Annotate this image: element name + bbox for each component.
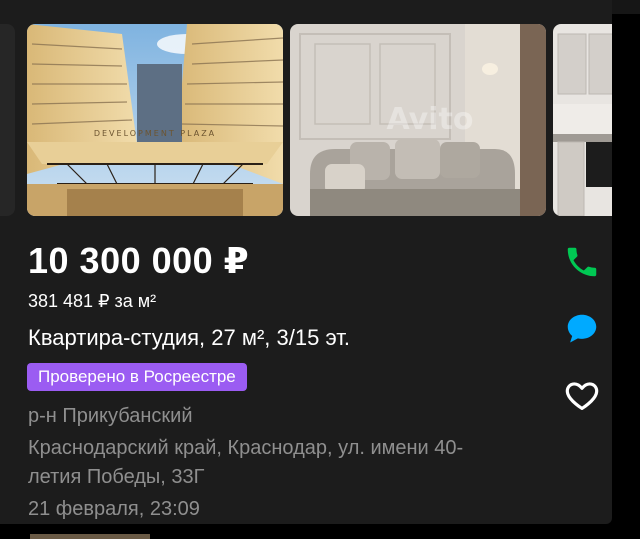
chat-icon [567, 314, 597, 343]
next-card-photo-edge [30, 534, 150, 539]
price-per-meter: 381 481 ₽ за м² [28, 291, 157, 311]
gallery-photo-previous[interactable] [0, 24, 15, 216]
listing-title[interactable]: Квартира-студия, 27 м², 3/15 эт. [28, 325, 350, 351]
listing-card[interactable]: DEVELOPMENT PLAZA Avito 10 300 000 ₽ 381… [0, 0, 612, 524]
call-button[interactable] [560, 240, 604, 284]
listing-district: р-н Прикубанский [28, 405, 193, 427]
verified-badge: Проверено в Росреестре [27, 363, 247, 391]
listing-price[interactable]: 10 300 000 ₽ [28, 240, 249, 282]
chat-button[interactable] [560, 307, 604, 351]
building-sign: DEVELOPMENT PLAZA [94, 129, 216, 138]
gallery-photo-living-room[interactable]: Avito [290, 24, 546, 216]
phone-icon [567, 247, 597, 277]
listing-address-line1: Краснодарский край, Краснодар, ул. имени… [28, 437, 464, 459]
heart-icon [565, 382, 599, 411]
photo-gallery[interactable]: DEVELOPMENT PLAZA Avito [0, 24, 612, 216]
listing-address-line2: летия Победы, 33Г [28, 466, 205, 488]
avito-watermark: Avito [387, 102, 474, 137]
favorite-button[interactable] [560, 373, 604, 417]
listing-date: 21 февраля, 23:09 [28, 498, 200, 520]
gallery-photo-building[interactable]: DEVELOPMENT PLAZA [27, 24, 283, 216]
gallery-photo-kitchen[interactable] [553, 24, 612, 216]
